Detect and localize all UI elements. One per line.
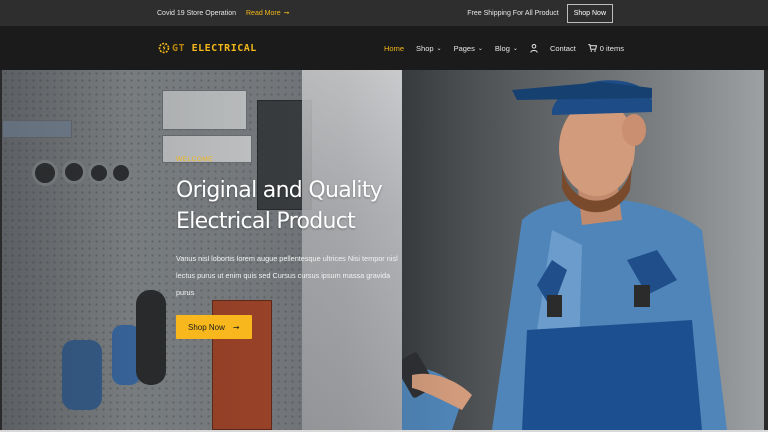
hero-description: Varius nisl lobortis lorem augue pellent…: [176, 254, 398, 297]
read-more-label: Read More: [246, 9, 281, 17]
nav-home[interactable]: Home: [384, 44, 404, 53]
hero-shop-now-label: Shop Now: [188, 322, 225, 332]
nav-shop[interactable]: Shop ⌄: [416, 44, 442, 53]
hero-shop-now-button[interactable]: Shop Now ➞: [176, 315, 252, 339]
nav-shop-label: Shop: [416, 43, 434, 53]
arrow-right-icon: ➞: [232, 322, 240, 332]
nav-account[interactable]: [530, 43, 538, 53]
gear-bolt-icon: [158, 42, 170, 54]
arrow-right-icon: ➞: [283, 10, 290, 17]
main-navbar: GT ELECTRICAL Home Shop ⌄ Pages ⌄ Blog ⌄ Co…: [0, 26, 768, 70]
cart-count: 0 items: [599, 43, 624, 53]
nav-pages-label: Pages: [453, 43, 475, 53]
nav-contact[interactable]: Contact: [550, 44, 576, 53]
chevron-down-icon: ⌄: [512, 45, 518, 52]
cart-icon: [588, 44, 597, 52]
hero-headline-line2: Electrical Product: [176, 209, 356, 234]
topbar-right: Free Shipping For All Product Shop Now: [467, 0, 613, 26]
nav-pages[interactable]: Pages ⌄: [454, 44, 483, 53]
topbar-left: Covid 19 Store Operation Read More ➞: [157, 0, 290, 26]
hero-headline: Original and Quality Electrical Product: [176, 175, 416, 237]
nav-cart[interactable]: 0 items: [588, 44, 624, 53]
free-shipping-text: Free Shipping For All Product: [467, 9, 559, 17]
page: Covid 19 Store Operation Read More ➞ Fre…: [0, 0, 768, 432]
site-logo[interactable]: GT ELECTRICAL: [158, 42, 257, 54]
nav-home-label: Home: [384, 43, 405, 53]
hero-content: WELCOME Original and Quality Electrical …: [176, 156, 416, 339]
user-icon: [530, 43, 538, 53]
top-bar: Covid 19 Store Operation Read More ➞ Fre…: [0, 0, 768, 26]
covid-notice: Covid 19 Store Operation: [157, 9, 236, 17]
primary-nav: Home Shop ⌄ Pages ⌄ Blog ⌄ Contact 0 items: [384, 26, 624, 70]
hero-eyebrow: WELCOME: [176, 156, 214, 163]
chevron-down-icon: ⌄: [436, 45, 442, 52]
chevron-down-icon: ⌄: [477, 45, 483, 52]
hero-banner: WELCOME Original and Quality Electrical …: [2, 70, 764, 430]
logo-name: ELECTRICAL: [191, 42, 257, 54]
logo-prefix: GT: [172, 42, 186, 54]
read-more-link[interactable]: Read More ➞: [246, 9, 290, 18]
nav-blog-label: Blog: [494, 43, 510, 53]
nav-contact-label: Contact: [549, 43, 576, 53]
hero-headline-line1: Original and Quality: [176, 178, 383, 203]
nav-blog[interactable]: Blog ⌄: [495, 44, 518, 53]
topbar-shop-now-button[interactable]: Shop Now: [566, 3, 613, 23]
logo-text: GT ELECTRICAL: [172, 43, 257, 54]
